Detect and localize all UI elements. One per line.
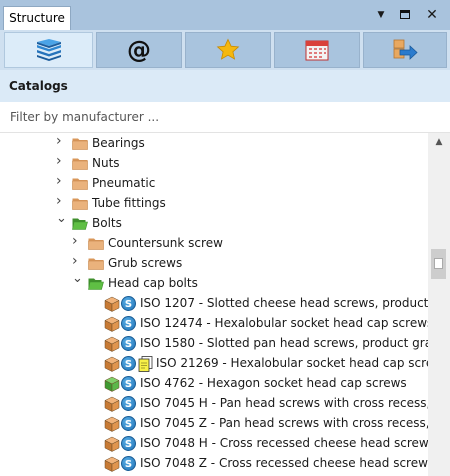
expand-arrow-icon[interactable]: › <box>56 174 66 188</box>
tree-item-label: Tube fittings <box>92 196 166 210</box>
part-cube-icon <box>104 376 120 392</box>
tree-part-item[interactable]: S ISO 4762 - Hexagon socket head cap scre… <box>0 374 428 394</box>
tree-item-label: ISO 1580 - Slotted pan head screws, prod… <box>140 336 428 350</box>
standard-badge-icon: S <box>121 416 136 431</box>
export-arrow-icon <box>393 39 418 60</box>
expand-arrow-icon[interactable]: › <box>56 194 66 208</box>
catalog-tree[interactable]: › Bearings › Nuts › Pneumatic › Tube fittings ⌄ B… <box>0 133 428 476</box>
tree-item-label: ISO 1207 - Slotted cheese head screws, p… <box>140 296 428 310</box>
tree-part-item[interactable]: S ISO 7045 Z - Pan head screws with cross… <box>0 414 428 434</box>
folder-icon <box>72 197 88 210</box>
folder-icon <box>88 257 104 270</box>
tree-item-label: Head cap bolts <box>108 276 198 290</box>
catalogs-button[interactable] <box>4 32 93 68</box>
expand-arrow-icon[interactable]: › <box>72 234 82 248</box>
tree-folder-item[interactable]: › Countersunk screw <box>0 234 428 254</box>
email-button[interactable]: @ <box>96 32 182 68</box>
dropdown-arrow-icon[interactable]: ▼ <box>373 7 389 23</box>
tree-item-label: ISO 7048 H - Cross recessed cheese head … <box>140 436 428 450</box>
tree-part-item[interactable]: S ISO 1207 - Slotted cheese head screws, … <box>0 294 428 314</box>
collapse-arrow-icon[interactable]: ⌄ <box>56 212 67 225</box>
standard-badge-icon: S <box>121 336 136 351</box>
standard-badge-icon: S <box>121 456 136 471</box>
folder-icon <box>72 157 88 170</box>
calendar-icon <box>305 40 329 61</box>
catalog-stack-icon <box>36 39 61 61</box>
expand-arrow-icon[interactable]: › <box>56 154 66 168</box>
open-folder-icon <box>72 217 88 230</box>
expand-arrow-icon[interactable]: › <box>56 134 66 148</box>
collapse-arrow-icon[interactable]: ⌄ <box>72 272 83 285</box>
part-cube-icon <box>104 436 120 452</box>
calendar-button[interactable] <box>274 32 360 68</box>
tree-item-label: ISO 7045 H - Pan head screws with cross … <box>140 396 428 410</box>
tree-folder-item[interactable]: › Pneumatic <box>0 174 428 194</box>
tree-item-label: ISO 7045 Z - Pan head screws with cross … <box>140 416 428 430</box>
tree-item-label: ISO 4762 - Hexagon socket head cap screw… <box>140 376 407 390</box>
part-cube-icon <box>104 396 120 412</box>
standard-badge-icon: S <box>121 316 136 331</box>
tree-item-label: ISO 21269 - Hexalobular socket head cap … <box>156 356 428 370</box>
tab-structure[interactable]: Structure <box>3 6 71 30</box>
manufacturer-filter-input[interactable] <box>4 106 444 128</box>
tree-item-label: Nuts <box>92 156 120 170</box>
catalogs-label: Catalogs <box>9 79 68 93</box>
catalogs-header: Catalogs <box>0 70 450 102</box>
tree-folder-item[interactable]: ⌄ Bolts <box>0 212 428 234</box>
export-button[interactable] <box>363 32 447 68</box>
close-icon[interactable]: ✕ <box>424 7 440 23</box>
part-cube-icon <box>104 356 120 372</box>
tree-item-label: Bearings <box>92 136 145 150</box>
open-folder-icon <box>88 277 104 290</box>
part-cube-icon <box>104 416 120 432</box>
tree-part-item[interactable]: S ISO 7048 Z - Cross recessed cheese head… <box>0 454 428 474</box>
folder-icon <box>72 177 88 190</box>
scrollbar-thumb[interactable] <box>431 249 446 279</box>
part-cube-icon <box>104 316 120 332</box>
vertical-scrollbar[interactable]: ▲ <box>428 133 450 476</box>
tree-item-label: Bolts <box>92 216 122 230</box>
tree-folder-item[interactable]: › Grub screws <box>0 254 428 274</box>
tree-folder-item[interactable]: › Bearings <box>0 134 428 154</box>
standard-badge-icon: S <box>121 356 136 371</box>
tree-item-label: ISO 7048 Z - Cross recessed cheese head … <box>140 456 428 470</box>
title-bar: Structure ▼ ✕ <box>0 0 450 30</box>
maximize-icon[interactable] <box>397 7 413 23</box>
tree-item-label: Countersunk screw <box>108 236 223 250</box>
standard-badge-icon: S <box>121 296 136 311</box>
standard-badge-icon: S <box>121 436 136 451</box>
tree-item-label: ISO 12474 - Hexalobular socket head cap … <box>140 316 428 330</box>
folder-icon <box>88 237 104 250</box>
part-cube-icon <box>104 336 120 352</box>
standard-badge-icon: S <box>121 396 136 411</box>
standard-badge-icon: S <box>121 376 136 391</box>
tree-part-item[interactable]: S ISO 21269 - Hexalobular socket head cap… <box>0 354 428 374</box>
scroll-up-icon[interactable]: ▲ <box>428 133 450 151</box>
at-sign-icon: @ <box>127 36 151 64</box>
tree-part-item[interactable]: S ISO 1580 - Slotted pan head screws, pro… <box>0 334 428 354</box>
star-icon <box>216 38 240 60</box>
part-cube-icon <box>104 296 120 312</box>
tree-part-item[interactable]: S ISO 7045 H - Pan head screws with cross… <box>0 394 428 414</box>
tree-item-label: Pneumatic <box>92 176 156 190</box>
folder-icon <box>72 137 88 150</box>
tree-folder-item[interactable]: › Nuts <box>0 154 428 174</box>
document-icon <box>138 356 153 372</box>
tree-folder-item[interactable]: ⌄ Head cap bolts <box>0 272 428 294</box>
expand-arrow-icon[interactable]: › <box>72 254 82 268</box>
tree-item-label: Grub screws <box>108 256 183 270</box>
part-cube-icon <box>104 456 120 472</box>
favorites-button[interactable] <box>185 32 271 68</box>
tree-part-item[interactable]: S ISO 12474 - Hexalobular socket head cap… <box>0 314 428 334</box>
tree-part-item[interactable]: S ISO 7048 H - Cross recessed cheese head… <box>0 434 428 454</box>
toolbar: @ <box>0 30 450 70</box>
